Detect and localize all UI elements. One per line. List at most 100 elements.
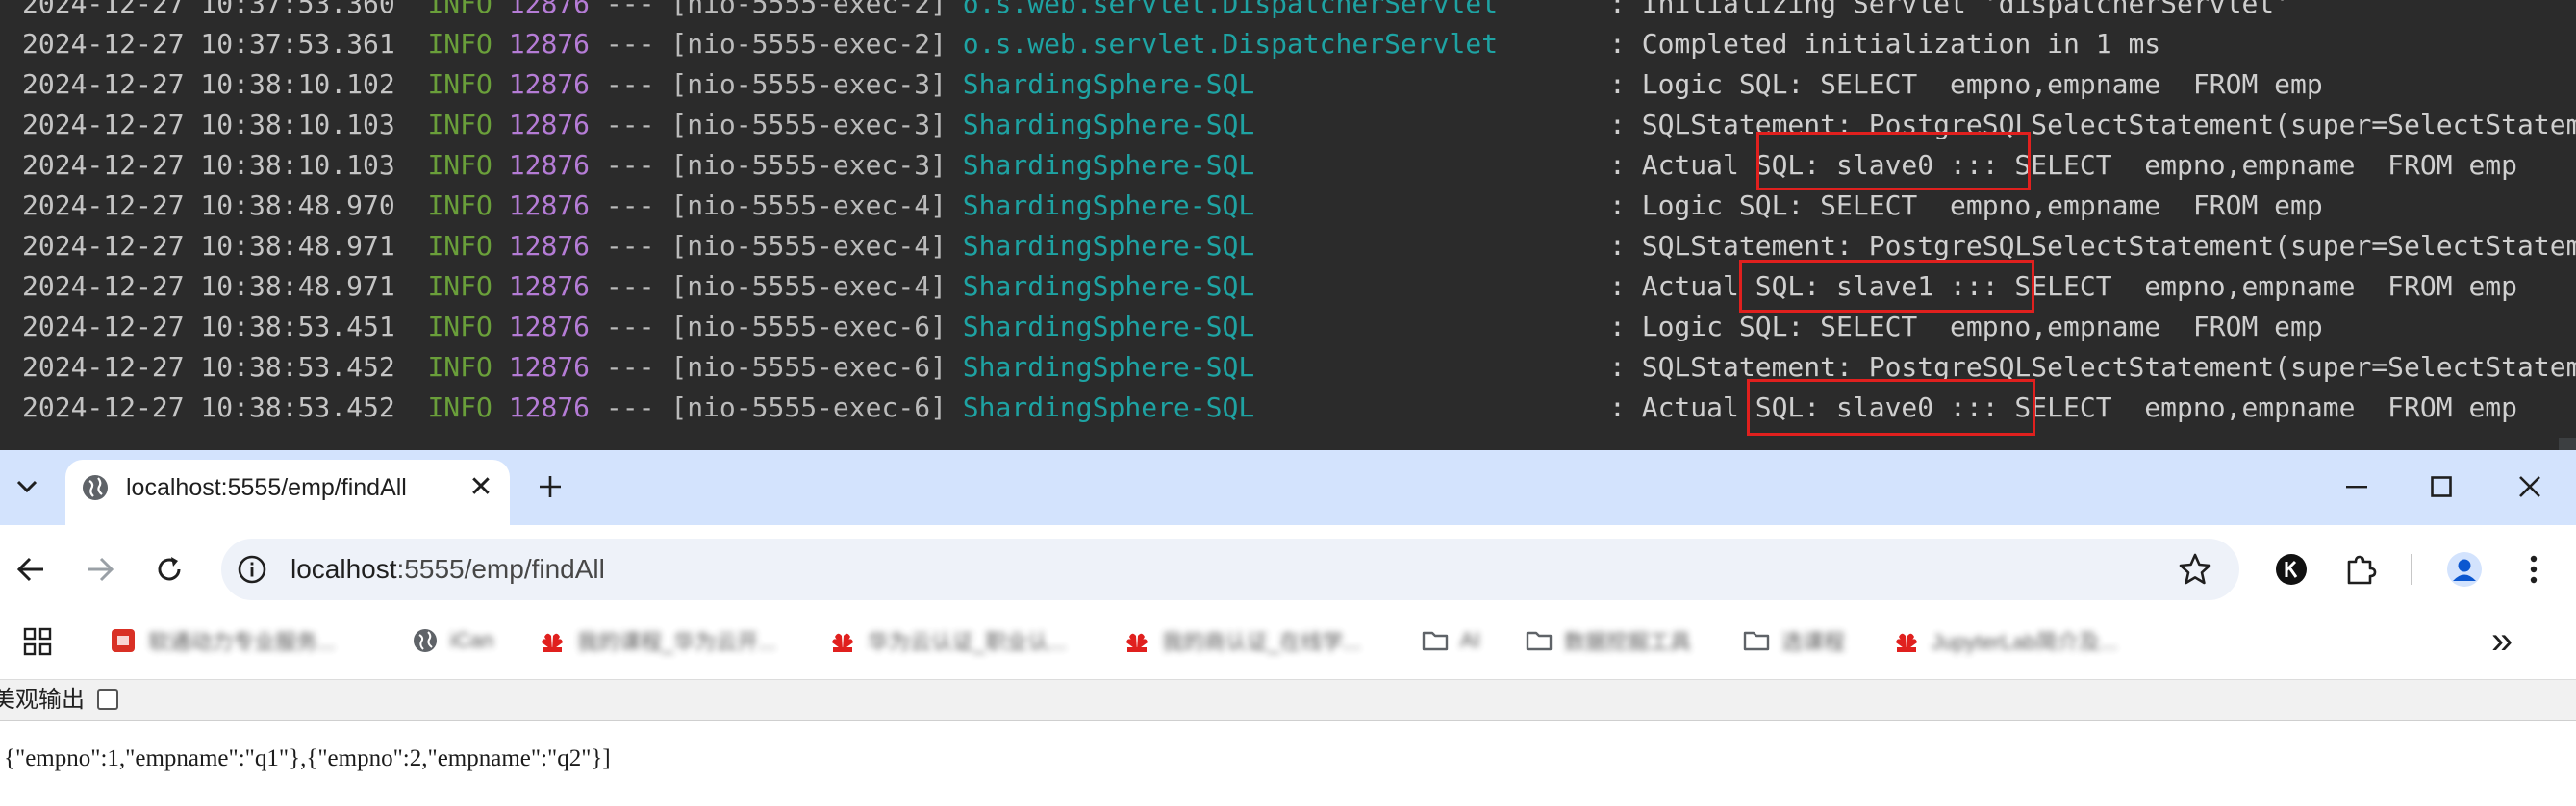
- bookmark-label: iCan: [450, 628, 494, 652]
- log-pid: 12876: [508, 149, 591, 181]
- pretty-print-bar: [0, 679, 2576, 721]
- log-line: 2024-12-27 10:38:53.451 INFO 12876 --- […: [22, 307, 2323, 347]
- highlight-slave1: [1739, 260, 2034, 313]
- bookmark-item[interactable]: 选课程: [1743, 623, 1845, 658]
- log-sep: ---: [605, 311, 655, 342]
- log-level: INFO: [427, 28, 492, 60]
- log-sep: ---: [605, 189, 655, 221]
- log-level: INFO: [427, 311, 492, 342]
- extensions-puzzle-icon[interactable]: [2341, 550, 2380, 589]
- log-logger: ShardingSphere-SQL: [962, 109, 1255, 140]
- huawei-icon: [829, 627, 868, 654]
- bookmark-item[interactable]: 我的商认证_在线学...: [1124, 623, 1361, 658]
- log-thread: [nio-5555-exec-4]: [670, 270, 947, 302]
- maximize-icon[interactable]: [2412, 466, 2470, 508]
- log-level: INFO: [427, 391, 492, 423]
- apps-grid-icon[interactable]: [23, 627, 52, 656]
- log-message: : Logic SQL: SELECT empno,empname FROM e…: [1609, 311, 2323, 342]
- bookmark-item[interactable]: JupyterLab简介及...: [1893, 623, 2117, 658]
- bookmark-label: 选课程: [1781, 630, 1846, 654]
- tab-search-chevron-down-icon[interactable]: [2, 466, 52, 508]
- bookmark-item[interactable]: 数据挖掘工具: [1526, 623, 1691, 658]
- tab-close-icon[interactable]: ✕: [466, 471, 496, 503]
- log-sep: ---: [605, 149, 655, 181]
- toolbar-divider: [2411, 554, 2412, 585]
- more-menu-icon[interactable]: [2514, 550, 2553, 589]
- log-message: : Actual SQL: slave0 ::: SELECT empno,em…: [1609, 391, 2518, 423]
- bookmark-item[interactable]: iCan: [412, 623, 493, 658]
- minimize-icon[interactable]: [2328, 466, 2386, 508]
- forward-arrow-icon[interactable]: [81, 550, 119, 589]
- log-logger: ShardingSphere-SQL: [962, 230, 1255, 262]
- log-logger: ShardingSphere-SQL: [962, 270, 1255, 302]
- url-host: localhost: [290, 554, 397, 584]
- log-sep: ---: [605, 109, 655, 140]
- log-thread: [nio-5555-exec-6]: [670, 351, 947, 383]
- log-sep: ---: [605, 0, 655, 19]
- bookmark-item[interactable]: 软通动力专业服务...: [110, 623, 335, 658]
- log-ts: 2024-12-27 10:38:48.971: [22, 270, 395, 302]
- log-logger: o.s.web.servlet.DispatcherServlet: [962, 28, 1499, 60]
- log-thread: [nio-5555-exec-3]: [670, 149, 947, 181]
- back-arrow-icon[interactable]: [12, 550, 50, 589]
- highlight-slave0-first: [1756, 132, 2031, 190]
- bookmark-item[interactable]: AI: [1422, 623, 1480, 658]
- bookmark-label: 华为云认证_职业认...: [868, 630, 1067, 654]
- address-url[interactable]: localhost:5555/emp/findAll: [290, 550, 605, 589]
- log-thread: [nio-5555-exec-4]: [670, 230, 947, 262]
- console-panel: 2024-12-27 10:37:53.360 INFO 12876 --- […: [0, 0, 2576, 450]
- bookmark-label: AI: [1460, 628, 1480, 652]
- bookmark-label: 软通动力专业服务...: [148, 630, 336, 654]
- log-message: : Logic SQL: SELECT empno,empname FROM e…: [1609, 189, 2323, 221]
- info-icon[interactable]: [237, 554, 267, 585]
- pretty-print-checkbox[interactable]: [97, 689, 118, 710]
- extension-k-icon[interactable]: [2272, 550, 2311, 589]
- bookmark-star-icon[interactable]: [2178, 552, 2212, 587]
- profile-avatar-icon[interactable]: [2445, 550, 2484, 589]
- url-path: :5555/emp/findAll: [396, 554, 605, 584]
- log-line: 2024-12-27 10:38:10.103 INFO 12876 --- […: [22, 145, 2517, 186]
- log-thread: [nio-5555-exec-2]: [670, 0, 947, 19]
- log-level: INFO: [427, 230, 492, 262]
- close-window-icon[interactable]: [2501, 466, 2559, 508]
- log-line: 2024-12-27 10:38:48.970 INFO 12876 --- […: [22, 186, 2323, 226]
- log-line: 2024-12-27 10:38:53.452 INFO 12876 --- […: [22, 347, 2576, 388]
- log-level: INFO: [427, 109, 492, 140]
- console-scrollbar[interactable]: [2559, 438, 2576, 450]
- log-pid: 12876: [508, 270, 591, 302]
- log-sep: ---: [605, 68, 655, 100]
- log-pid: 12876: [508, 0, 591, 19]
- huawei-icon: [1893, 627, 1932, 654]
- log-logger: ShardingSphere-SQL: [962, 391, 1255, 423]
- log-ts: 2024-12-27 10:37:53.361: [22, 28, 395, 60]
- folder-icon: [1743, 627, 1781, 654]
- log-message: : Logic SQL: SELECT empno,empname FROM e…: [1609, 68, 2323, 100]
- bookmark-label: 数据挖掘工具: [1564, 630, 1692, 654]
- log-ts: 2024-12-27 10:38:10.102: [22, 68, 395, 100]
- new-tab-plus-icon[interactable]: [532, 468, 568, 505]
- log-sep: ---: [605, 270, 655, 302]
- bookmark-item[interactable]: 华为云认证_职业认...: [829, 623, 1067, 658]
- log-logger: o.s.web.servlet.DispatcherServlet: [962, 0, 1499, 19]
- log-line: 2024-12-27 10:38:10.102 INFO 12876 --- […: [22, 64, 2323, 105]
- log-pid: 12876: [508, 391, 591, 423]
- log-logger: ShardingSphere-SQL: [962, 351, 1255, 383]
- log-level: INFO: [427, 270, 492, 302]
- log-logger: ShardingSphere-SQL: [962, 189, 1255, 221]
- log-message: : Initializing Servlet 'dispatcherServle…: [1609, 0, 2291, 19]
- log-thread: [nio-5555-exec-6]: [670, 391, 947, 423]
- log-pid: 12876: [508, 68, 591, 100]
- bookmark-label: 我的课程_华为云开...: [577, 630, 776, 654]
- log-ts: 2024-12-27 10:38:10.103: [22, 109, 395, 140]
- log-ts: 2024-12-27 10:38:10.103: [22, 149, 395, 181]
- log-logger: ShardingSphere-SQL: [962, 68, 1255, 100]
- bookmark-item[interactable]: 我的课程_华为云开...: [539, 623, 776, 658]
- log-level: INFO: [427, 0, 492, 19]
- log-pid: 12876: [508, 311, 591, 342]
- log-level: INFO: [427, 189, 492, 221]
- log-thread: [nio-5555-exec-2]: [670, 28, 947, 60]
- log-line: 2024-12-27 10:38:10.103 INFO 12876 --- […: [22, 105, 2576, 145]
- log-logger: ShardingSphere-SQL: [962, 149, 1255, 181]
- more-bookmarks-icon[interactable]: »: [2491, 617, 2513, 664]
- reload-icon[interactable]: [150, 550, 189, 589]
